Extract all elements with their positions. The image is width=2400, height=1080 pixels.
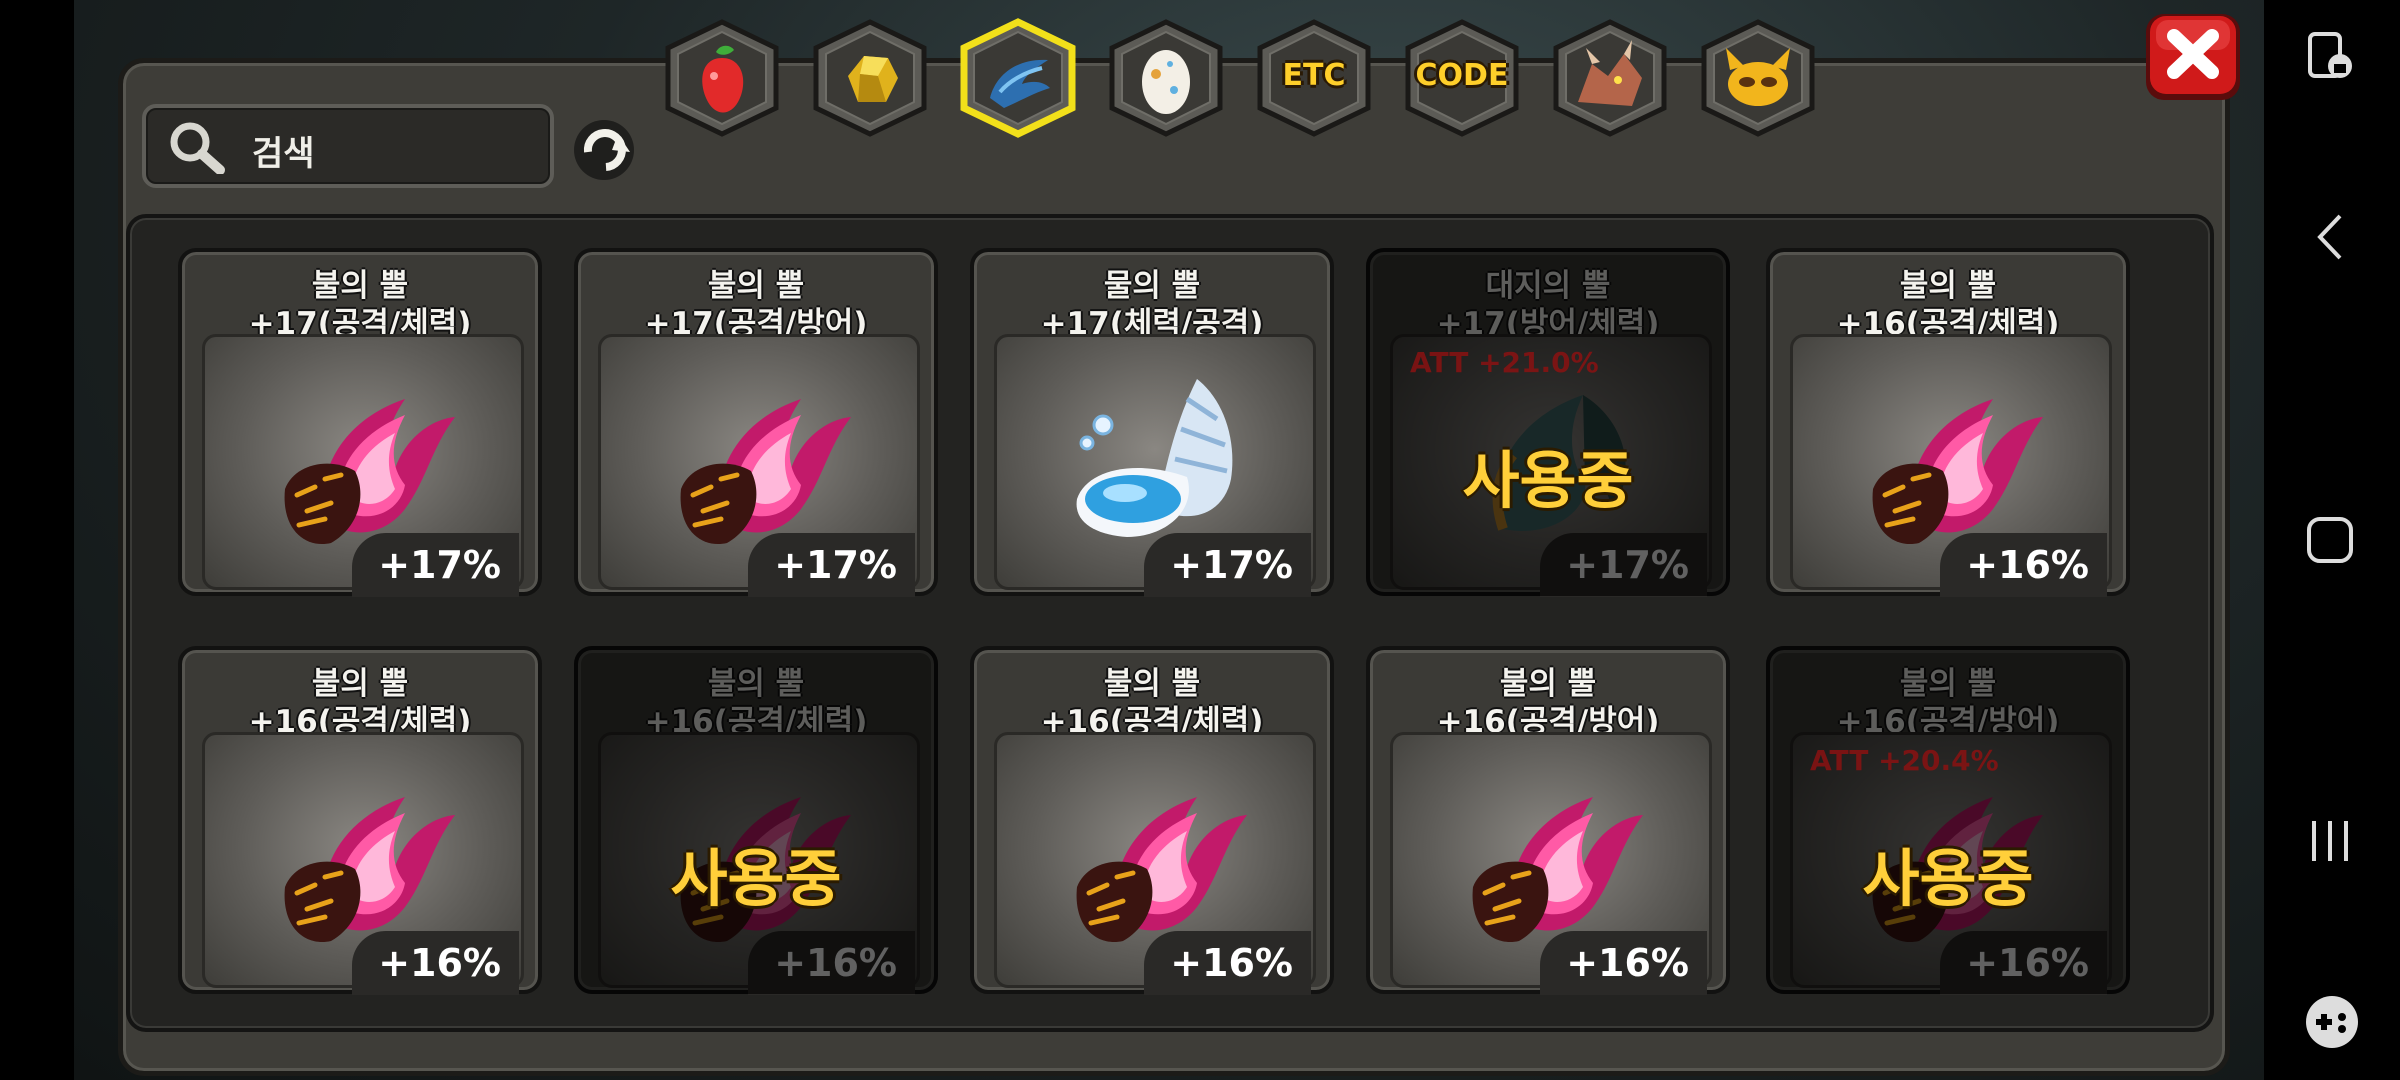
item-card[interactable]: 불의 뿔+16(공격/체력)+16%사용중 [574, 646, 938, 995]
fire-horn-icon [284, 797, 455, 943]
in-use-label: 사용중 [1462, 444, 1634, 517]
system-navigation-bar [2264, 0, 2400, 1080]
item-card[interactable]: 물의 뿔 +17(체력/공격) +17% [970, 248, 1334, 597]
tab-dragon[interactable] [1548, 18, 1672, 138]
att-bonus: ATT +21.0% [1410, 346, 1599, 379]
item-card[interactable]: 불의 뿔 +17(공격/체력) +17% [178, 248, 542, 597]
att-bonus: ATT +20.4% [1810, 744, 1999, 777]
item-image-frame: +17% [598, 334, 920, 597]
item-percent: +16% [352, 931, 519, 995]
fire-horn-icon [680, 399, 851, 545]
item-percent: +17% [748, 533, 915, 597]
back-icon[interactable] [2310, 210, 2350, 264]
item-image-frame: +16% [202, 732, 524, 995]
item-image-frame: +16% [1790, 334, 2112, 597]
item-percent: +17% [1144, 533, 1311, 597]
item-image-frame: +17% [994, 334, 1316, 597]
in-use-overlay [1366, 248, 1730, 596]
fire-horn-icon [1076, 797, 1247, 943]
in-use-label: 사용중 [1862, 842, 2034, 915]
in-use-overlay [1766, 646, 2130, 994]
item-image-frame: +16% [1390, 732, 1712, 995]
recent-apps-icon[interactable] [2306, 816, 2354, 866]
tab-label-etc: ETC [1282, 58, 1346, 93]
item-percent: +17% [352, 533, 519, 597]
item-card[interactable]: 불의 뿔 +17(공격/방어) +17% [574, 248, 938, 597]
game-tools-icon[interactable] [2302, 992, 2362, 1052]
refresh-button[interactable] [566, 112, 642, 184]
item-percent: +16% [1540, 931, 1707, 995]
item-card[interactable]: 불의 뿔+16(공격/방어)+16%ATT +20.4%사용중 [1766, 646, 2130, 995]
item-image-frame: +17% [202, 334, 524, 597]
in-use-label: 사용중 [670, 842, 842, 915]
home-icon[interactable] [2304, 514, 2356, 566]
item-card[interactable]: 불의 뿔 +16(공격/체력) +16% [178, 646, 542, 995]
tab-ore[interactable] [808, 18, 932, 138]
item-card[interactable]: 불의 뿔 +16(공격/방어) +16% [1366, 646, 1730, 995]
tab-label-code: CODE [1415, 58, 1509, 93]
search-input[interactable]: 검색 [142, 104, 554, 188]
tab-fruit[interactable] [660, 18, 784, 138]
fire-horn-icon [284, 399, 455, 545]
tab-etc[interactable]: ETC [1252, 18, 1376, 138]
screen-lock-icon[interactable] [2304, 30, 2360, 86]
item-card[interactable]: 불의 뿔 +16(공격/체력) +16% [1766, 248, 2130, 597]
search-placeholder: 검색 [252, 134, 315, 174]
item-card[interactable]: 불의 뿔 +16(공격/체력) +16% [970, 646, 1334, 995]
tab-horn[interactable] [956, 18, 1080, 138]
fire-horn-icon [1472, 797, 1643, 943]
tab-egg[interactable] [1104, 18, 1228, 138]
tab-mask[interactable] [1696, 18, 1820, 138]
close-button[interactable] [2140, 8, 2246, 106]
egg-icon [1142, 50, 1190, 114]
search-icon [170, 122, 225, 174]
item-percent: +16% [1940, 533, 2107, 597]
item-card[interactable]: 대지의 뿔+17(방어/체력)+17%ATT +21.0%사용중 [1366, 248, 1730, 597]
water-horn-icon [1076, 379, 1233, 537]
item-image-frame: +16% [994, 732, 1316, 995]
fire-horn-icon [1872, 399, 2043, 545]
tab-code[interactable]: CODE [1400, 18, 1524, 138]
item-percent: +16% [1144, 931, 1311, 995]
in-use-overlay [574, 646, 938, 994]
